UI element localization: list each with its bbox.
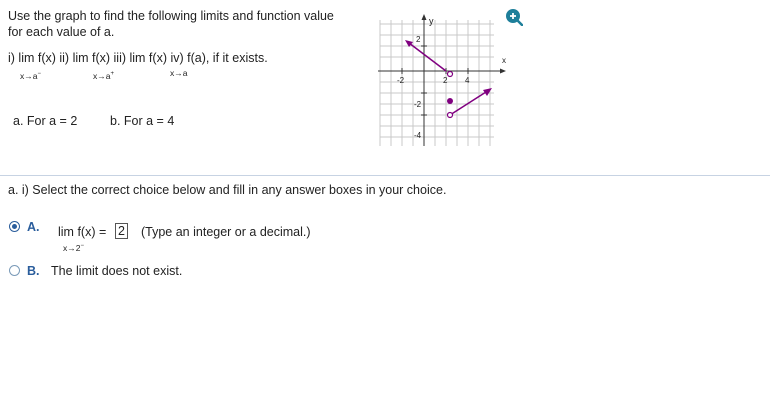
limit-ii-side: +: [110, 71, 114, 78]
filled-point-at-2: [447, 98, 453, 104]
limit-ii-approach: x→a: [93, 71, 111, 81]
part-a-instruction: a. i) Select the correct choice below an…: [8, 183, 447, 197]
y-axis-arrow-icon: [421, 14, 427, 20]
tick-label-y-2: 2: [416, 35, 421, 44]
choice-a-radio[interactable]: [9, 221, 20, 232]
choice-a-hint: (Type an integer or a decimal.): [141, 225, 311, 239]
choice-b-text[interactable]: The limit does not exist.: [51, 264, 182, 278]
tick-label-y-neg2: -2: [414, 100, 422, 109]
y-axis-label: y: [429, 16, 434, 26]
right-curve-arrow-icon: [483, 88, 492, 96]
choice-a-answer-box[interactable]: 2: [115, 222, 128, 240]
question-parts: i) lim f(x) ii) lim f(x) iii) lim f(x) i…: [8, 51, 268, 65]
tick-label-x-2: 2: [443, 76, 448, 85]
choice-a-limit: lim f(x) =: [58, 225, 107, 239]
choice-b-letter: B.: [27, 264, 40, 278]
choice-a-letter: A.: [27, 220, 40, 234]
question-prompt-line2: for each value of a.: [8, 25, 115, 39]
zoom-in-icon[interactable]: [505, 8, 523, 26]
choice-b-radio[interactable]: [9, 265, 20, 276]
tick-label-y-neg4: -4: [414, 131, 422, 140]
question-prompt-line1: Use the graph to find the following limi…: [8, 9, 334, 23]
case-b-label: b. For a = 4: [110, 114, 175, 128]
tick-label-x-4: 4: [465, 76, 470, 85]
choice-a-approach: x→2: [63, 243, 81, 253]
choice-a-subscript: x→2−: [63, 243, 84, 253]
section-divider: [0, 175, 770, 176]
open-point-at-2: [446, 70, 454, 78]
limit-i-subscript: x→a−: [20, 71, 41, 81]
choice-a-answer-value: 2: [115, 223, 128, 239]
limit-ii-subscript: x→a+: [93, 71, 114, 81]
case-a-label: a. For a = 2: [13, 114, 78, 128]
x-axis-label: x: [502, 56, 506, 65]
tick-label-x-neg2: -2: [397, 76, 405, 85]
x-axis-arrow-icon: [500, 68, 506, 74]
choice-a-side: −: [80, 243, 84, 250]
limit-i-approach: x→a: [20, 71, 38, 81]
function-graph[interactable]: y x -2 2 4 2 -2 -4: [376, 8, 516, 148]
limit-iii-approach: x→a: [170, 68, 188, 78]
limit-i-side: −: [37, 71, 41, 78]
open-point-right-start: [446, 111, 454, 119]
